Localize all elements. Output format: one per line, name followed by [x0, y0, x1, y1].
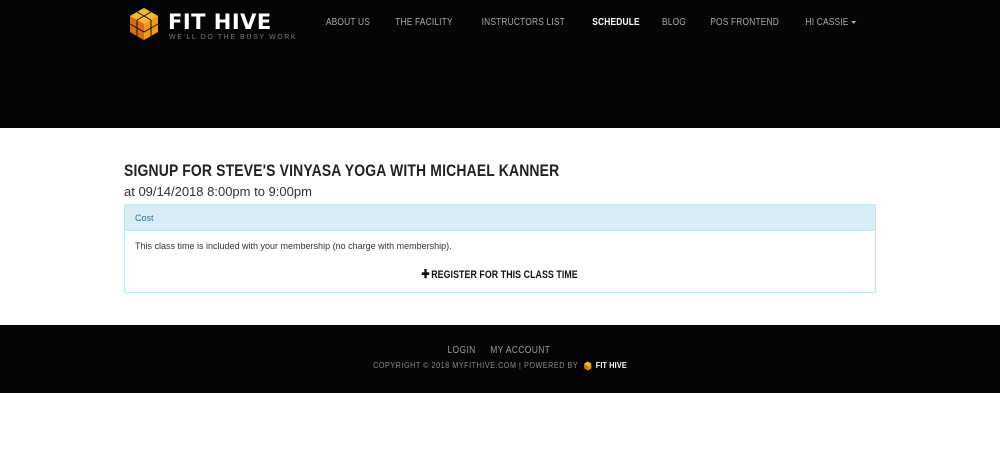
- cost-panel-heading: Cost: [125, 205, 875, 231]
- brand-tagline: WE'LL DO THE BUSY WORK: [169, 34, 298, 41]
- copyright-text: COPYRIGHT © 2018 MYFITHIVE.COM | POWERED…: [373, 361, 579, 371]
- nav-the-facility[interactable]: THE FACILITY: [388, 17, 458, 29]
- main-nav: ABOUT US THE FACILITY INSTRUCTORS LIST S…: [314, 17, 869, 29]
- nav-instructors-list[interactable]: INSTRUCTORS LIST: [475, 17, 571, 29]
- user-menu-dropdown[interactable]: HI CASSIE: [799, 17, 863, 29]
- powered-by-brand: FIT HIVE: [595, 361, 627, 371]
- hexagon-logo-icon: [583, 361, 591, 371]
- nav-about-us[interactable]: ABOUT US: [319, 17, 376, 29]
- cost-panel-body: This class time is included with your me…: [135, 241, 452, 251]
- site-header: FIT HIVE WE'LL DO THE BUSY WORK ABOUT US…: [0, 0, 1000, 128]
- site-footer: LOGIN MY ACCOUNT COPYRIGHT © 2018 MYFITH…: [0, 325, 1000, 393]
- register-class-button[interactable]: ✚ REGISTER FOR THIS CLASS TIME: [422, 267, 578, 281]
- footer-links: LOGIN MY ACCOUNT: [0, 340, 1000, 358]
- copyright: COPYRIGHT © 2018 MYFITHIVE.COM | POWERED…: [0, 361, 1000, 371]
- brand-logo[interactable]: FIT HIVE WE'LL DO THE BUSY WORK: [128, 7, 296, 43]
- cost-panel: Cost This class time is included with yo…: [124, 204, 876, 293]
- user-menu-label: HI CASSIE: [805, 17, 849, 28]
- footer-login-link[interactable]: LOGIN: [447, 345, 475, 356]
- register-row: ✚ REGISTER FOR THIS CLASS TIME: [125, 265, 875, 283]
- nav-schedule[interactable]: SCHEDULE: [586, 17, 646, 29]
- plus-icon: ✚: [421, 267, 431, 281]
- footer-my-account-link[interactable]: MY ACCOUNT: [490, 345, 550, 356]
- signup-header: SIGNUP FOR STEVE'S VINYASA YOGA WITH MIC…: [124, 160, 876, 200]
- class-time: at 09/14/2018 8:00pm to 9:00pm: [124, 184, 312, 199]
- page-title: SIGNUP FOR STEVE'S VINYASA YOGA WITH MIC…: [124, 161, 560, 180]
- nav-pos-frontend[interactable]: POS FRONTEND: [704, 17, 786, 29]
- nav-blog[interactable]: BLOG: [656, 17, 693, 29]
- register-label: REGISTER FOR THIS CLASS TIME: [431, 269, 579, 281]
- hexagon-logo-icon: [129, 8, 159, 40]
- brand-name: FIT HIVE: [168, 10, 272, 34]
- caret-down-icon: [851, 20, 857, 24]
